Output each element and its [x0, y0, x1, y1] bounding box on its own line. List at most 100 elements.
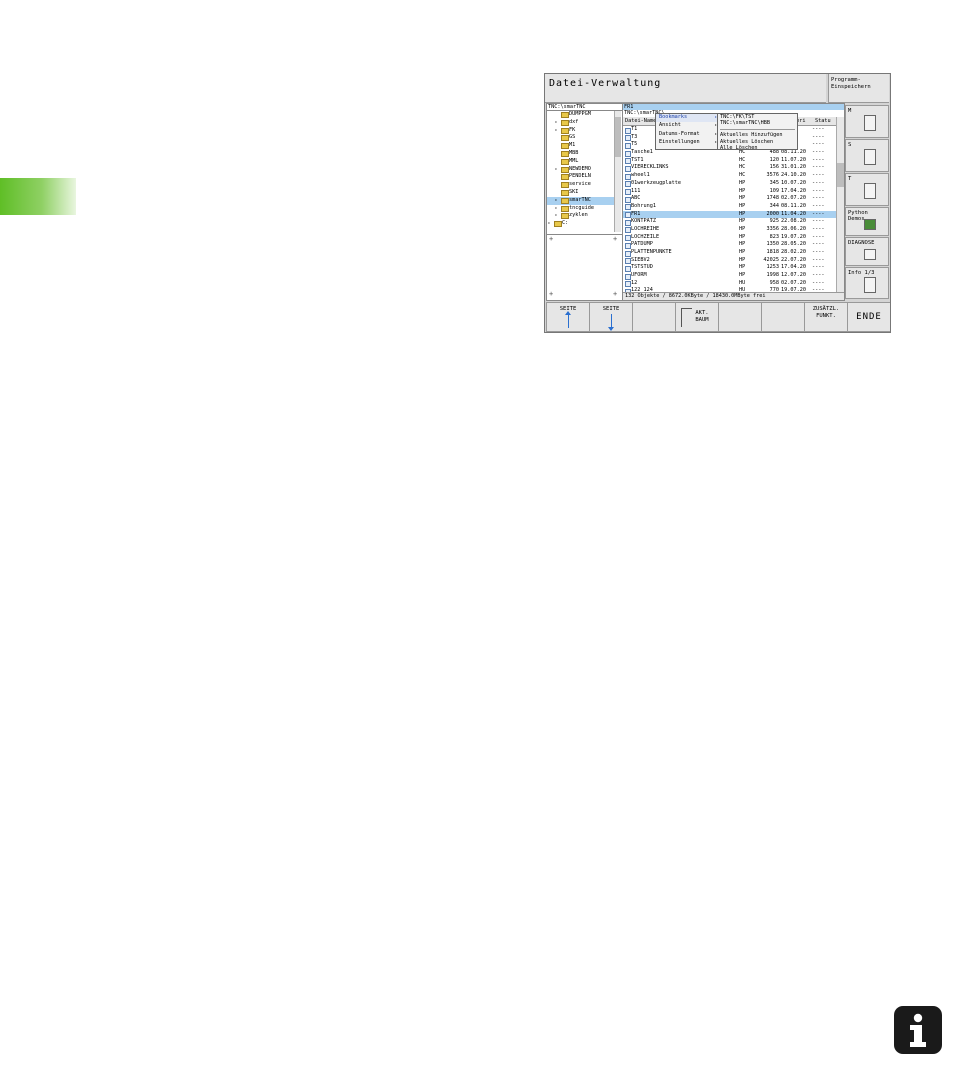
tree-item[interactable]: PENDELN [547, 173, 614, 181]
expand-arrow-icon[interactable]: ▸ [548, 220, 550, 226]
file-row[interactable]: Bohrung1 HP 344 08.11.20 ---- [623, 203, 836, 211]
tree-item[interactable]: ▸ tncguide [547, 205, 614, 213]
tnc-screen: Datei-Verwaltung Programm- Einspeichern … [544, 73, 891, 333]
folder-icon [561, 197, 569, 204]
file-name: T5 [631, 141, 638, 148]
tree-item[interactable]: service [547, 181, 614, 189]
file-row[interactable]: PATDUMP HP 1350 28.05.20 ---- [623, 241, 836, 249]
file-row[interactable]: FR1 HP 2000 11.04.20 ---- [623, 210, 836, 219]
folder-icon [561, 189, 569, 196]
column-status[interactable]: Statu [815, 118, 831, 124]
softkey-empty[interactable] [761, 302, 805, 332]
file-type: HP [739, 233, 746, 240]
menu-item[interactable]: Ansicht ▸ [656, 122, 718, 130]
file-name: LOCHREIHE [631, 225, 660, 232]
softkey-page-up[interactable]: SEITE [546, 302, 590, 332]
file-type: HP [739, 202, 746, 209]
tree-item[interactable]: ▸ dxf [547, 119, 614, 127]
file-scroll-thumb[interactable] [837, 163, 844, 187]
file-type: HP [739, 195, 746, 202]
file-size: 109 [769, 187, 779, 194]
file-type: HP [739, 225, 746, 232]
softkey-mode-s[interactable]: S [845, 139, 889, 172]
file-status: ---- [812, 149, 825, 156]
file-size: 1818 [766, 249, 780, 255]
file-status: ---- [812, 279, 825, 286]
softkey-mode-t[interactable]: T [845, 173, 889, 206]
expand-arrow-icon[interactable]: ▸ [555, 205, 557, 211]
file-size: 958 [769, 279, 779, 286]
tree-item-label: NEWDEMO [569, 165, 591, 172]
tree-item[interactable]: ▸ NEWDEMO [547, 166, 614, 174]
file-row[interactable]: VIERECKLINKS HC 156 31.01.20 ---- [623, 164, 836, 172]
file-status: ---- [812, 164, 825, 171]
file-status: ---- [812, 233, 825, 240]
file-row[interactable]: KONTPATZ HP 925 22.08.20 ---- [623, 218, 836, 226]
bookmark-item[interactable]: Alle Löschen [718, 145, 797, 151]
softkey-info[interactable]: Info 1/3 [845, 267, 889, 299]
expand-arrow-icon[interactable]: ▸ [555, 119, 557, 125]
file-row[interactable]: SIEBV2 HP 42025 22.07.20 ---- [623, 257, 836, 265]
tree-item[interactable]: MBB [547, 150, 614, 158]
tree-scroll-thumb[interactable] [615, 117, 621, 157]
file-row[interactable]: wheel1 HC 3576 24.10.20 ---- [623, 172, 836, 180]
tree-scrollbar[interactable] [614, 111, 621, 232]
softkey-label: ENDE [856, 312, 882, 322]
expand-arrow-icon[interactable]: ▸ [555, 166, 557, 172]
file-type: HP [739, 249, 746, 255]
tree-item[interactable]: ▸ FK [547, 127, 614, 135]
info-icon [894, 1006, 942, 1054]
directory-tree: DUMPPGM ▸ dxf ▸ FK GS M1 MBB MML ▸ NEWDEMO PENDELN s… [547, 111, 614, 232]
folder-icon [561, 213, 569, 220]
softkey-diagnose[interactable]: DIAGNOSE [845, 237, 889, 266]
menu-item[interactable]: Bookmarks ▸ [656, 114, 718, 123]
file-status: ---- [812, 156, 825, 163]
file-row[interactable]: LOCHZEILE HP 823 19.07.20 ---- [623, 234, 836, 242]
file-size: 120 [769, 156, 779, 163]
menu-item[interactable]: Datums-Format ▸ [656, 131, 718, 139]
tree-item[interactable]: ▸ zyklen [547, 212, 614, 220]
file-date: 11.07.20 [781, 156, 806, 163]
file-row[interactable]: LOCHREIHE HP 3356 28.06.20 ---- [623, 226, 836, 234]
tree-item[interactable]: M1 [547, 142, 614, 150]
program-save-mode-button[interactable]: Programm- Einspeichern [828, 74, 889, 103]
softkey-empty[interactable] [718, 302, 762, 332]
folder-icon [561, 143, 569, 150]
menu-item[interactable]: Einstellungen ▸ [656, 139, 718, 147]
tree-item[interactable]: MML [547, 158, 614, 166]
file-size: 1350 [766, 241, 780, 248]
file-row[interactable]: PLATTENPUNKTE HP 1818 28.02.20 ---- [623, 249, 836, 257]
column-name[interactable]: Datei-Name [625, 118, 656, 124]
file-row[interactable]: TST1 HC 120 11.07.20 ---- [623, 157, 836, 165]
file-list-scrollbar[interactable] [836, 117, 844, 292]
softkey-additional-functions[interactable]: ZUSÄTZL. FUNKT. [804, 302, 848, 332]
tree-item[interactable]: ▸ smarTNC [547, 196, 614, 205]
file-status: ---- [812, 202, 825, 209]
tree-item-label: tncguide [569, 204, 594, 211]
file-row[interactable]: 01werkzeugplatte HP 345 10.07.20 ---- [623, 180, 836, 188]
file-type: HP [739, 187, 746, 194]
file-row[interactable]: ABC HP 1748 02.07.20 ---- [623, 195, 836, 203]
file-row[interactable]: 111 HP 109 17.04.20 ---- [623, 188, 836, 196]
softkey-mode-m[interactable]: M [845, 105, 889, 138]
expand-arrow-icon[interactable]: ▸ [555, 127, 557, 133]
softkey-page-down[interactable]: SEITE [589, 302, 633, 332]
tree-item[interactable]: DUMPPGM [547, 111, 614, 119]
file-row[interactable]: 12 HU 958 02.07.20 ---- [623, 280, 836, 288]
softkey-end[interactable]: ENDE [847, 302, 890, 332]
tree-item[interactable]: GS [547, 134, 614, 142]
expand-arrow-icon[interactable]: ▸ [555, 212, 557, 218]
softkey-python-demos[interactable]: Python Demos [845, 207, 889, 236]
corner-cross-icon: + [613, 290, 618, 298]
file-row[interactable]: TSTSTUD HP 1253 17.04.20 ---- [623, 264, 836, 272]
tree-item-label: dxf [569, 118, 579, 125]
file-row[interactable]: UFORM HP 1998 12.07.20 ---- [623, 272, 836, 280]
softkey-empty[interactable] [632, 302, 676, 332]
tree-item[interactable]: SKI [547, 189, 614, 197]
file-status: ---- [812, 179, 825, 186]
expand-arrow-icon[interactable]: ▸ [555, 197, 557, 203]
softkey-current-tree[interactable]: AKT. BAUM [675, 302, 719, 332]
bookmark-item[interactable]: TNC:\smarTNC\HBB [718, 120, 797, 126]
tree-item[interactable]: ▸ C: [547, 220, 614, 228]
file-size: 1253 [766, 264, 780, 271]
